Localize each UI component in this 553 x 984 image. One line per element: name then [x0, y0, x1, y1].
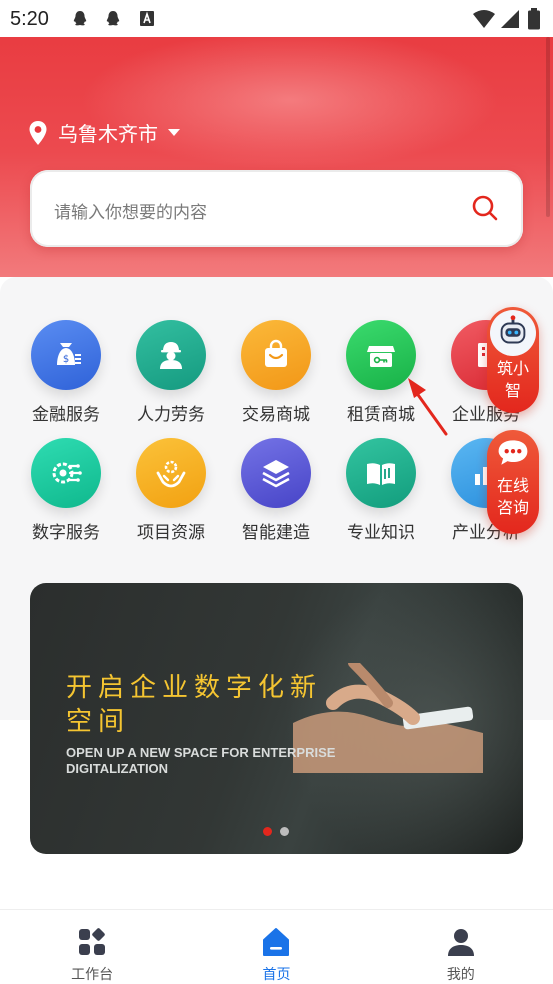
qq-icon	[73, 11, 87, 26]
bottom-nav: 工作台 首页 我的	[0, 909, 553, 984]
svg-text:$: $	[63, 354, 69, 365]
nav-home[interactable]: 首页	[184, 910, 368, 984]
service-label: 数字服务	[32, 523, 100, 543]
assistant-button[interactable]: 筑小智	[487, 307, 539, 413]
robot-icon	[490, 310, 536, 356]
service-trade-mall[interactable]: 交易商城	[221, 320, 331, 425]
location-selector[interactable]: 乌鲁木齐市	[28, 118, 180, 147]
service-smart-construction[interactable]: 智能建造	[221, 438, 331, 543]
service-labor[interactable]: 人力劳务	[116, 320, 226, 425]
profile-icon	[447, 929, 474, 956]
chat-bubble-icon	[493, 433, 533, 473]
layers-icon	[241, 438, 311, 508]
notification-icon	[140, 11, 154, 26]
pointer-arrow-icon	[408, 378, 448, 436]
service-project-resources[interactable]: 项目资源	[116, 438, 226, 543]
location-pin-icon	[29, 120, 47, 145]
signal-icon	[501, 10, 519, 28]
search-bar[interactable]: 请输入你想要的内容	[30, 170, 523, 247]
search-input[interactable]: 请输入你想要的内容	[54, 198, 207, 223]
shopping-bag-icon	[241, 320, 311, 390]
search-icon[interactable]	[471, 194, 499, 222]
service-knowledge[interactable]: 专业知识	[326, 438, 436, 543]
worker-icon	[136, 320, 206, 390]
assistant-label: 筑小智	[496, 359, 529, 400]
service-finance[interactable]: $ 金融服务	[11, 320, 121, 425]
workbench-icon	[79, 928, 106, 955]
service-label: 专业知识	[347, 523, 415, 543]
service-label: 人力劳务	[137, 405, 205, 425]
banner-subtitle: OPEN UP A NEW SPACE FOR ENTERPRISE DIGIT…	[66, 745, 336, 776]
book-icon	[346, 438, 416, 508]
city-name: 乌鲁木齐市	[58, 122, 158, 146]
nav-profile[interactable]: 我的	[369, 910, 553, 984]
service-label: 项目资源	[137, 523, 205, 543]
carousel-dot[interactable]	[280, 827, 289, 836]
nav-label: 我的	[446, 967, 475, 983]
service-label: 金融服务	[32, 405, 100, 425]
nav-label: 工作台	[71, 967, 114, 983]
service-label: 交易商城	[242, 405, 310, 425]
service-digital[interactable]: 数字服务	[11, 438, 121, 543]
wifi-icon	[473, 10, 495, 28]
chevron-down-icon	[168, 129, 180, 136]
banner-title: 开启企业数字化新空间	[66, 673, 323, 737]
header-glow	[80, 30, 500, 170]
promo-banner[interactable]: 开启企业数字化新空间 OPEN UP A NEW SPACE FOR ENTER…	[30, 583, 523, 854]
service-label: 智能建造	[242, 523, 310, 543]
nav-workbench[interactable]: 工作台	[0, 910, 184, 984]
qq-icon	[106, 11, 120, 26]
carousel-dot-active[interactable]	[263, 827, 272, 836]
money-bag-icon: $	[31, 320, 101, 390]
online-consult-label: 在线咨询	[496, 476, 529, 517]
nav-label: 首页	[262, 967, 291, 983]
hands-gear-icon	[136, 438, 206, 508]
battery-icon	[528, 8, 540, 30]
scrollbar[interactable]	[546, 37, 550, 217]
home-icon	[263, 928, 290, 956]
carousel-dots	[263, 827, 289, 836]
status-bar: 5:20	[0, 0, 553, 37]
online-consult-button[interactable]: 在线咨询	[487, 430, 539, 534]
digital-icon	[31, 438, 101, 508]
status-time: 5:20	[10, 8, 49, 30]
